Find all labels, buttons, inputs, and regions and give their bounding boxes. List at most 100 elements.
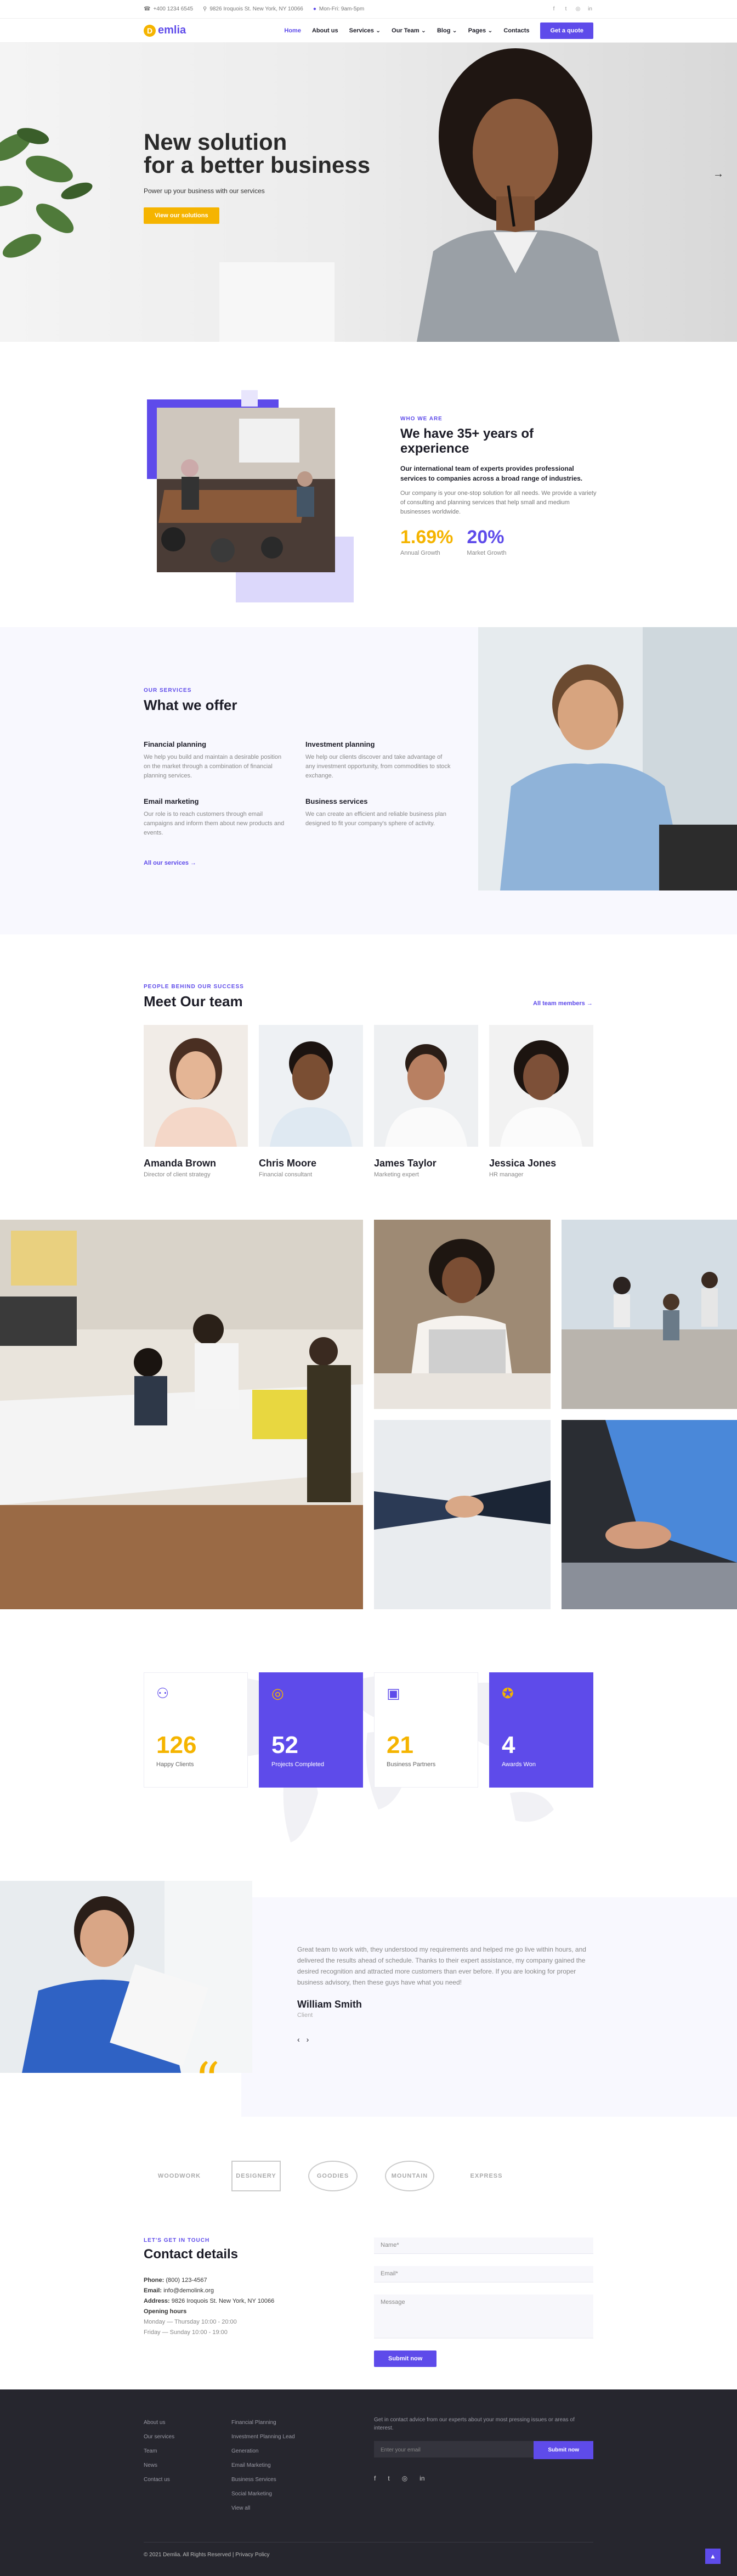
service-item[interactable]: Investment planning We help our clients d… (300, 735, 451, 781)
address-text: 9826 Iroquois St. New York, NY 10066 (209, 6, 303, 12)
about-overline: Who we are (400, 416, 443, 422)
team-title: Meet Our team (144, 993, 243, 1010)
stat-market-growth: 20% Market Growth (467, 527, 506, 556)
footer-link[interactable]: Social Marketing (231, 2487, 295, 2501)
phone-info[interactable]: ☎ +400 1234 6545 (144, 6, 193, 12)
footer-link[interactable]: Financial Planning (231, 2416, 295, 2430)
nav-pages-label: Pages (468, 27, 486, 34)
nav-blog[interactable]: Blog ⌄ (437, 27, 457, 34)
submit-button[interactable]: Submit now (374, 2350, 437, 2367)
message-field[interactable]: Message (374, 2295, 593, 2338)
subscribe-email-input[interactable]: Enter your email (374, 2441, 534, 2457)
hero-woman-photo (417, 48, 620, 342)
nav-pages[interactable]: Pages ⌄ (468, 27, 493, 34)
partner-logo[interactable]: WOODWORK (155, 2161, 204, 2191)
service-item[interactable]: Email marketing Our role is to reach cust… (138, 792, 289, 838)
team-section: People behind our success Meet Our team … (0, 934, 737, 1220)
nav-team[interactable]: Our Team ⌄ (392, 27, 426, 34)
stat-value: 20% (467, 527, 504, 548)
gallery-image-laptop[interactable] (374, 1220, 551, 1409)
footer-link[interactable]: About us (144, 2416, 174, 2430)
footer-link[interactable]: View all (231, 2501, 295, 2516)
team-member[interactable]: Amanda Brown Director of client strategy (144, 1025, 248, 1178)
footer-link[interactable]: Contact us (144, 2473, 174, 2487)
service-text: We help you build and maintain a desirab… (144, 754, 282, 779)
address-label: Address: (144, 2298, 170, 2304)
member-name: Chris Moore (259, 1158, 317, 1169)
testimonial-author: William Smith (297, 1999, 362, 2010)
subscribe-button[interactable]: Submit now (534, 2441, 593, 2459)
service-title: Email marketing (144, 797, 199, 805)
contact-email[interactable]: info@demolink.org (163, 2287, 214, 2294)
facebook-icon[interactable]: f (374, 2474, 376, 2483)
linkedin-icon[interactable]: in (419, 2474, 424, 2483)
footer-link[interactable]: Email Marketing (231, 2459, 295, 2473)
twitter-icon[interactable]: t (388, 2474, 389, 2483)
footer-link[interactable]: Business Services (231, 2473, 295, 2487)
nav-home[interactable]: Home (284, 27, 301, 34)
service-text: Our role is to reach customers through e… (144, 811, 285, 836)
nav-services[interactable]: Services ⌄ (349, 27, 381, 34)
footer-link[interactable]: Investment Planning Lead (231, 2430, 295, 2444)
nav-about[interactable]: About us (312, 27, 338, 34)
email-field[interactable]: Email* (374, 2266, 593, 2282)
team-members: Amanda Brown Director of client strategy … (144, 1025, 593, 1178)
nav-contacts[interactable]: Contacts (503, 27, 529, 34)
gallery-image-meeting[interactable] (562, 1220, 737, 1409)
footer-link[interactable]: Generation (231, 2444, 295, 2459)
team-member[interactable]: James Taylor Marketing expert (374, 1025, 478, 1178)
hours-weekend: Friday — Sunday 10:00 - 19:00 (144, 2329, 228, 2336)
instagram-icon[interactable]: ◎ (402, 2474, 407, 2483)
partner-logo[interactable]: EXPRESS (462, 2161, 511, 2191)
contact-address: 9826 Iroquois St. New York, NY 10066 (171, 2298, 275, 2304)
service-text: We help our clients discover and take ad… (305, 754, 451, 779)
instagram-icon[interactable]: ◎ (575, 6, 581, 13)
next-slide-icon[interactable]: → (713, 168, 724, 181)
services-section: Our services What we offer Financial pla… (0, 627, 737, 934)
linkedin-icon[interactable]: in (587, 6, 593, 13)
partner-logo[interactable]: DESIGNERY (231, 2161, 281, 2191)
contact-phone[interactable]: (800) 123-4567 (166, 2277, 207, 2284)
logo-text: emlia (158, 24, 186, 36)
main-nav: Home About us Services ⌄ Our Team ⌄ Blog… (284, 22, 593, 39)
member-name: James Taylor (374, 1158, 436, 1169)
partner-logos: WOODWORK DESIGNERY GOODIES MOUNTAIN EXPR… (0, 2141, 737, 2237)
testimonial-section: “ Great team to work with, they understo… (0, 1881, 737, 2141)
quote-icon: “ (195, 2052, 220, 2110)
partner-logo[interactable]: GOODIES (308, 2161, 358, 2191)
chevron-left-icon[interactable]: ‹ (297, 2035, 300, 2044)
counter-label: Business Partners (387, 1761, 436, 1768)
footer-link[interactable]: Team (144, 2444, 174, 2459)
hero-subtitle: Power up your business with our services (144, 187, 265, 195)
facebook-icon[interactable]: f (551, 6, 557, 13)
logo[interactable]: D emlia (144, 24, 186, 37)
member-photo (144, 1025, 248, 1147)
counter-card: ◎ 52 Projects Completed (259, 1672, 363, 1788)
scroll-top-icon[interactable]: ▲ (705, 2549, 721, 2564)
service-item[interactable]: Business services We can create an effici… (300, 792, 451, 838)
name-field[interactable]: Name* (374, 2237, 593, 2254)
stat-value: 1.69% (400, 527, 453, 548)
nav-services-label: Services (349, 27, 374, 34)
partner-logo[interactable]: MOUNTAIN (385, 2161, 434, 2191)
footer-link[interactable]: News (144, 2459, 174, 2473)
gallery-image-typing[interactable] (562, 1420, 737, 1609)
gallery-image-office[interactable] (0, 1220, 363, 1609)
chevron-right-icon[interactable]: › (307, 2035, 309, 2044)
counter-card: ✪ 4 Awards Won (489, 1672, 593, 1788)
hours-info: ● Mon-Fri: 9am-5pm (313, 6, 364, 12)
get-quote-button[interactable]: Get a quote (540, 22, 593, 39)
twitter-icon[interactable]: t (563, 6, 569, 13)
team-member[interactable]: Jessica Jones HR manager (489, 1025, 593, 1178)
view-solutions-button[interactable]: View our solutions (144, 207, 219, 224)
header: D emlia Home About us Services ⌄ Our Tea… (0, 19, 737, 43)
gallery-image-handshake[interactable] (374, 1420, 551, 1609)
all-team-link[interactable]: All team members → (533, 1000, 593, 1007)
team-member[interactable]: Chris Moore Financial consultant (259, 1025, 363, 1178)
footer-link[interactable]: Our services (144, 2430, 174, 2444)
service-item[interactable]: Financial planning We help you build and … (138, 735, 289, 781)
all-services-link[interactable]: All our services → (144, 860, 196, 866)
counter-value: 4 (502, 1732, 515, 1758)
services-overline: Our services (144, 687, 192, 694)
logo-mark: D (144, 24, 156, 37)
